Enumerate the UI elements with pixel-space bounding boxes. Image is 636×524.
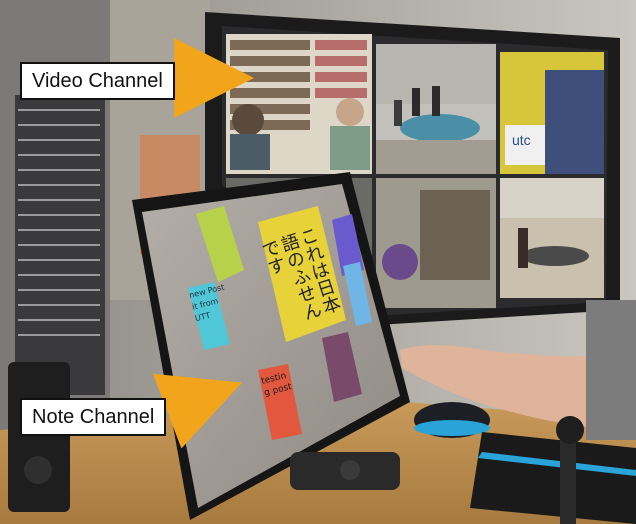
video-channel-label: Video Channel	[20, 62, 175, 100]
video-tile-2	[376, 44, 496, 174]
video-tile-5	[376, 178, 496, 308]
keyboard	[470, 432, 636, 524]
video-sign-text: utc	[512, 132, 531, 148]
video-tile-3: utc	[500, 52, 604, 174]
microphone-stand	[560, 430, 576, 524]
server-rack	[15, 95, 105, 395]
video-tile-6	[500, 178, 604, 298]
video-tile-1	[226, 34, 372, 174]
note-channel-label: Note Channel	[20, 398, 167, 436]
speaker	[8, 362, 70, 512]
sleeve	[586, 300, 636, 440]
